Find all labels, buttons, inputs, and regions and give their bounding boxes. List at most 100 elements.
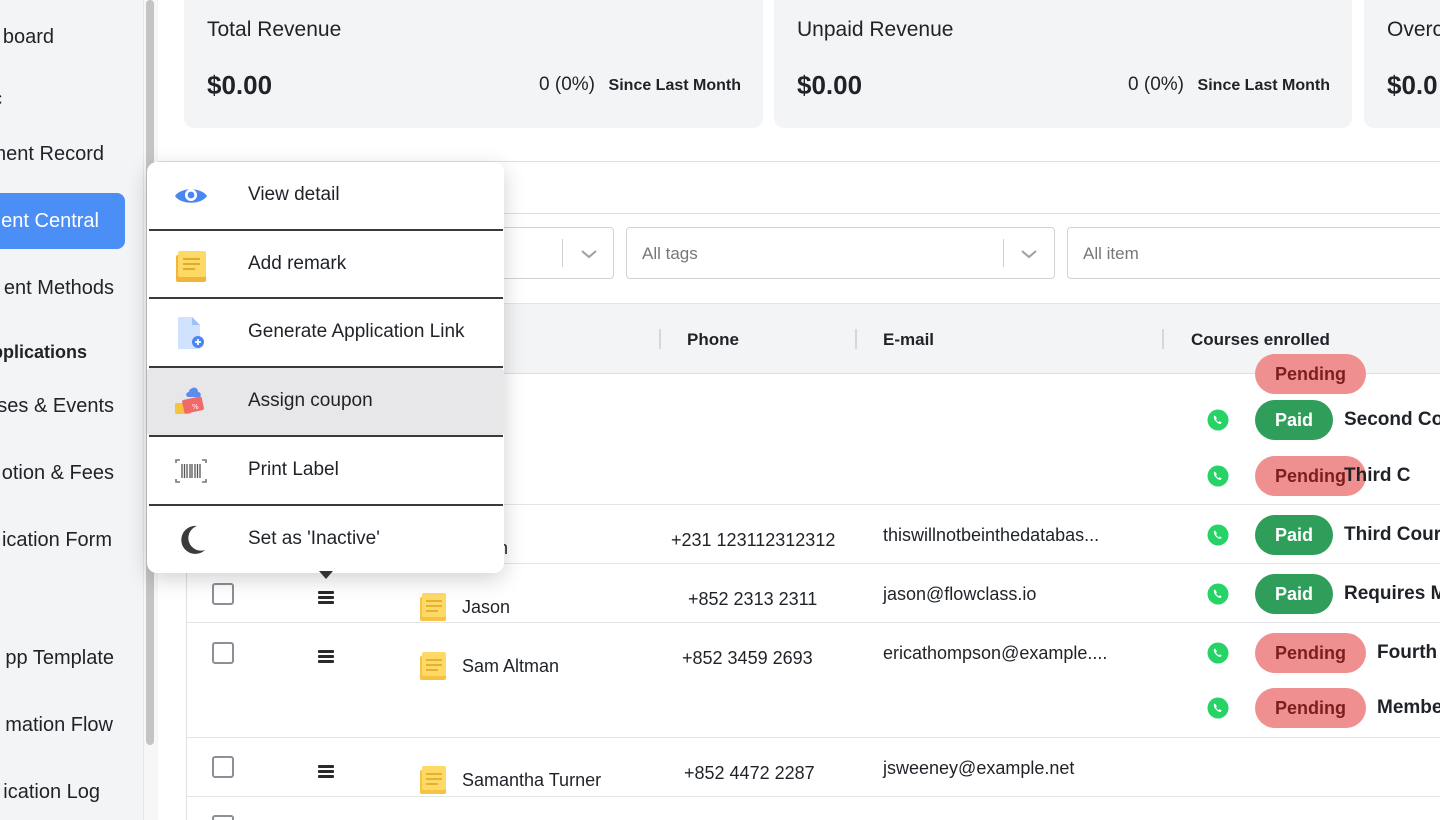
sidebar-item-communication-log[interactable]: ication Log bbox=[0, 769, 140, 815]
stat-since: Since Last Month bbox=[1197, 77, 1330, 94]
row-action-menu: View detail Add remark Generate Applicat… bbox=[147, 162, 504, 579]
sidebar-item-automation-flow[interactable]: mation Flow bbox=[0, 702, 140, 748]
column-separator bbox=[855, 329, 857, 349]
menu-item-assign-coupon[interactable]: % Assign coupon bbox=[147, 368, 504, 436]
stat-title: Total Revenue bbox=[207, 18, 342, 41]
sidebar-item-label: pp Template bbox=[5, 647, 114, 669]
course-name[interactable]: Requires M bbox=[1344, 583, 1440, 605]
menu-item-set-inactive[interactable]: Set as 'Inactive' bbox=[147, 506, 504, 574]
chevron-down-icon[interactable] bbox=[1018, 245, 1040, 263]
menu-item-label: Add remark bbox=[248, 253, 347, 274]
menu-item-print-label[interactable]: Print Label bbox=[147, 437, 504, 505]
stat-title: Unpaid Revenue bbox=[797, 18, 954, 41]
status-badge: Pending bbox=[1255, 633, 1366, 673]
status-badge: Paid bbox=[1255, 574, 1333, 614]
svg-text:%: % bbox=[192, 403, 199, 411]
row-menu-icon[interactable] bbox=[318, 650, 334, 663]
sidebar-item-application-form[interactable]: ication Form bbox=[0, 517, 140, 563]
course-name[interactable]: Third Cours bbox=[1344, 524, 1440, 546]
status-badge: Pending bbox=[1255, 354, 1366, 394]
stat-card-unpaid-revenue: Unpaid Revenue $0.00 0 (0%) Since Last M… bbox=[774, 0, 1352, 128]
student-name[interactable]: Samantha Turner bbox=[462, 770, 601, 791]
course-name[interactable]: Third C bbox=[1344, 465, 1411, 487]
sidebar-item-label: c bbox=[0, 76, 2, 122]
student-name[interactable]: Sam Altman bbox=[462, 656, 559, 677]
phone-cell: +852 4472 2287 bbox=[684, 763, 815, 783]
menu-item-label: View detail bbox=[248, 184, 340, 205]
select-divider bbox=[562, 239, 563, 267]
chevron-down-icon[interactable] bbox=[578, 245, 600, 263]
row-checkbox[interactable] bbox=[212, 756, 234, 778]
menu-item-view-detail[interactable]: View detail bbox=[147, 162, 504, 230]
email-cell: thiswillnotbeinthedatabas... bbox=[883, 525, 1100, 545]
sidebar-section-applications: pplications bbox=[0, 342, 87, 362]
student-name[interactable]: Jason bbox=[462, 597, 510, 618]
row-checkbox[interactable] bbox=[212, 642, 234, 664]
whatsapp-icon[interactable] bbox=[1206, 641, 1230, 665]
filter-placeholder: All item bbox=[1083, 244, 1139, 263]
menu-item-label: Assign coupon bbox=[248, 390, 373, 411]
sidebar-item-label: ent Methods bbox=[3, 277, 114, 299]
column-header-courses[interactable]: Courses enrolled bbox=[1191, 330, 1330, 350]
course-name[interactable]: Membe bbox=[1377, 697, 1440, 719]
select-divider bbox=[1003, 239, 1004, 267]
sidebar-item-label: ication Form bbox=[1, 529, 112, 551]
sidebar-item-label: otion & Fees bbox=[1, 462, 114, 484]
moon-icon bbox=[181, 525, 205, 554]
sidebar-item-courses-events[interactable]: ses & Events bbox=[0, 383, 140, 429]
sticky-note-icon bbox=[176, 251, 206, 282]
sidebar-item-dashboard[interactable]: board bbox=[0, 14, 140, 60]
whatsapp-icon[interactable] bbox=[1206, 523, 1230, 547]
course-name[interactable]: Second Cou bbox=[1344, 409, 1440, 431]
sidebar: board c ment Record ent Central ent Meth… bbox=[0, 0, 140, 820]
row-divider bbox=[186, 737, 1440, 738]
eye-icon bbox=[175, 189, 207, 203]
sidebar-item-label: ment Record bbox=[0, 143, 104, 165]
column-header-phone[interactable]: Phone bbox=[687, 330, 739, 350]
whatsapp-icon[interactable] bbox=[1206, 464, 1230, 488]
column-separator bbox=[1162, 329, 1164, 349]
sidebar-item-payment-methods[interactable]: ent Methods bbox=[0, 265, 140, 311]
stat-count: 0 (0%) bbox=[1128, 74, 1184, 95]
row-menu-icon[interactable] bbox=[318, 591, 334, 604]
sticky-note-icon[interactable] bbox=[418, 650, 448, 682]
sidebar-item-promotion-fees[interactable]: otion & Fees bbox=[0, 450, 140, 496]
sidebar-item-label: board bbox=[2, 26, 54, 48]
status-badge: Pending bbox=[1255, 688, 1366, 728]
phone-cell: +231 123112312312 bbox=[671, 530, 836, 550]
email-cell: jsweeney@example.net bbox=[883, 758, 1075, 778]
sticky-note-icon[interactable] bbox=[418, 764, 448, 796]
stat-count: 0 (0%) bbox=[539, 74, 595, 95]
stat-amount: $0.00 bbox=[797, 70, 863, 100]
whatsapp-icon[interactable] bbox=[1206, 408, 1230, 432]
row-checkbox[interactable] bbox=[212, 583, 234, 605]
email-cell: ericathompson@example.... bbox=[883, 643, 1108, 663]
sidebar-item-payment-record[interactable]: ment Record bbox=[0, 131, 140, 177]
row-checkbox[interactable] bbox=[212, 815, 234, 820]
phone-cell: +852 2313 2311 bbox=[688, 589, 818, 609]
sidebar-item-partial[interactable]: c bbox=[0, 76, 140, 122]
sidebar-item-label: ication Log bbox=[3, 781, 100, 803]
phone-cell: +852 3459 2693 bbox=[682, 648, 813, 668]
menu-item-add-remark[interactable]: Add remark bbox=[147, 231, 504, 299]
row-divider bbox=[186, 796, 1440, 797]
menu-pointer bbox=[319, 571, 333, 579]
course-name[interactable]: Fourth bbox=[1377, 642, 1437, 664]
stat-card-total-revenue: Total Revenue $0.00 0 (0%) Since Last Mo… bbox=[184, 0, 763, 128]
whatsapp-icon[interactable] bbox=[1206, 696, 1230, 720]
whatsapp-icon[interactable] bbox=[1206, 582, 1230, 606]
row-divider bbox=[186, 622, 1440, 623]
filter-select-items[interactable]: All item bbox=[1067, 227, 1440, 279]
column-header-email[interactable]: E-mail bbox=[883, 330, 934, 350]
row-menu-icon[interactable] bbox=[318, 765, 334, 778]
filter-select-tags[interactable]: All tags bbox=[626, 227, 1055, 279]
sidebar-item-label: ses & Events bbox=[0, 395, 114, 417]
menu-item-label: Set as 'Inactive' bbox=[248, 528, 380, 549]
sticky-note-icon[interactable] bbox=[418, 591, 448, 623]
stat-amount: $0.00 bbox=[207, 70, 273, 100]
barcode-icon bbox=[175, 459, 207, 483]
sidebar-item-payment-central[interactable]: ent Central bbox=[0, 193, 125, 249]
status-badge: Paid bbox=[1255, 515, 1333, 555]
menu-item-generate-application-link[interactable]: Generate Application Link bbox=[147, 299, 504, 367]
sidebar-item-whatsapp-template[interactable]: pp Template bbox=[0, 635, 140, 681]
